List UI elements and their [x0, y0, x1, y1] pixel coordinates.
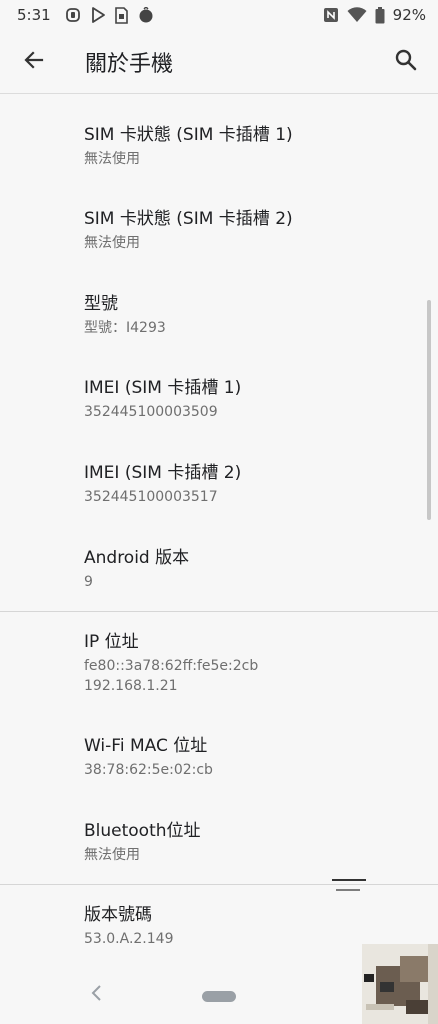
scrollbar[interactable] [426, 300, 432, 520]
list-item-bluetooth-address[interactable]: Bluetooth位址 無法使用 [84, 820, 418, 865]
search-icon [394, 48, 418, 76]
item-title: Wi-Fi MAC 位址 [84, 736, 208, 756]
item-title: 型號 [84, 294, 118, 314]
divider [0, 611, 438, 612]
system-icons: 92% [323, 6, 426, 24]
list-item-imei-1[interactable]: IMEI (SIM 卡插槽 1) 352445100003509 [84, 377, 418, 422]
item-subtitle: 無法使用 [84, 235, 140, 251]
nav-back-button[interactable] [82, 980, 112, 1010]
notification-icons [65, 6, 154, 24]
item-subtitle: 型號：I4293 [84, 320, 166, 336]
wifi-icon [347, 7, 367, 23]
status-bar: 5:31 92% [0, 0, 438, 30]
chevron-left-icon [90, 984, 104, 1006]
item-title: 版本號碼 [84, 905, 152, 925]
app-notification-icon [65, 7, 81, 23]
list-item-sim-status-2[interactable]: SIM 卡狀態 (SIM 卡插槽 2) 無法使用 [84, 208, 418, 253]
battery-icon [375, 6, 385, 24]
battery-percent: 92% [392, 6, 426, 24]
list-item-imei-2[interactable]: IMEI (SIM 卡插槽 2) 352445100003517 [84, 462, 418, 507]
item-subtitle: 352445100003509 [84, 404, 218, 420]
circle-app-icon [138, 7, 154, 23]
list-item-wifi-mac[interactable]: Wi-Fi MAC 位址 38:78:62:5e:02:cb [84, 735, 418, 780]
scrollbar-thumb[interactable] [427, 300, 431, 520]
list-item-ip-address[interactable]: IP 位址 fe80::3a78:62ff:fe5e:2cb 192.168.1… [84, 631, 418, 696]
divider [0, 884, 438, 885]
list-item-build-number[interactable]: 版本號碼 53.0.A.2.149 [84, 904, 418, 949]
search-button[interactable] [382, 38, 430, 86]
back-button[interactable] [6, 34, 62, 90]
item-subtitle: 無法使用 [84, 151, 140, 167]
item-subtitle: fe80::3a78:62ff:fe5e:2cb [84, 658, 259, 674]
status-time: 5:31 [17, 6, 51, 24]
list-item-sim-status-1[interactable]: SIM 卡狀態 (SIM 卡插槽 1) 無法使用 [84, 124, 418, 169]
item-title: Android 版本 [84, 548, 190, 568]
app-bar: 關於手機 [0, 30, 438, 94]
item-title: SIM 卡狀態 (SIM 卡插槽 2) [84, 209, 293, 229]
arrow-left-icon [22, 48, 46, 76]
image-artifact [330, 876, 370, 896]
item-title: SIM 卡狀態 (SIM 卡插槽 1) [84, 125, 293, 145]
nav-home-pill[interactable] [202, 991, 236, 1002]
list-item-android-version[interactable]: Android 版本 9 [84, 547, 418, 592]
item-title: Bluetooth位址 [84, 821, 201, 841]
nfc-icon [323, 7, 339, 23]
list-item-model[interactable]: 型號 型號：I4293 [84, 293, 418, 338]
play-store-icon [91, 7, 105, 23]
sim-icon [114, 6, 128, 24]
floating-preview-image [362, 944, 438, 1024]
item-title: IP 位址 [84, 632, 139, 652]
item-subtitle-secondary: 192.168.1.21 [84, 678, 178, 694]
item-subtitle: 352445100003517 [84, 489, 218, 505]
item-title: IMEI (SIM 卡插槽 2) [84, 463, 242, 483]
item-subtitle: 38:78:62:5e:02:cb [84, 762, 213, 778]
item-subtitle: 9 [84, 574, 93, 590]
page-title: 關於手機 [85, 51, 174, 77]
item-title: IMEI (SIM 卡插槽 1) [84, 378, 242, 398]
item-subtitle: 無法使用 [84, 847, 140, 863]
